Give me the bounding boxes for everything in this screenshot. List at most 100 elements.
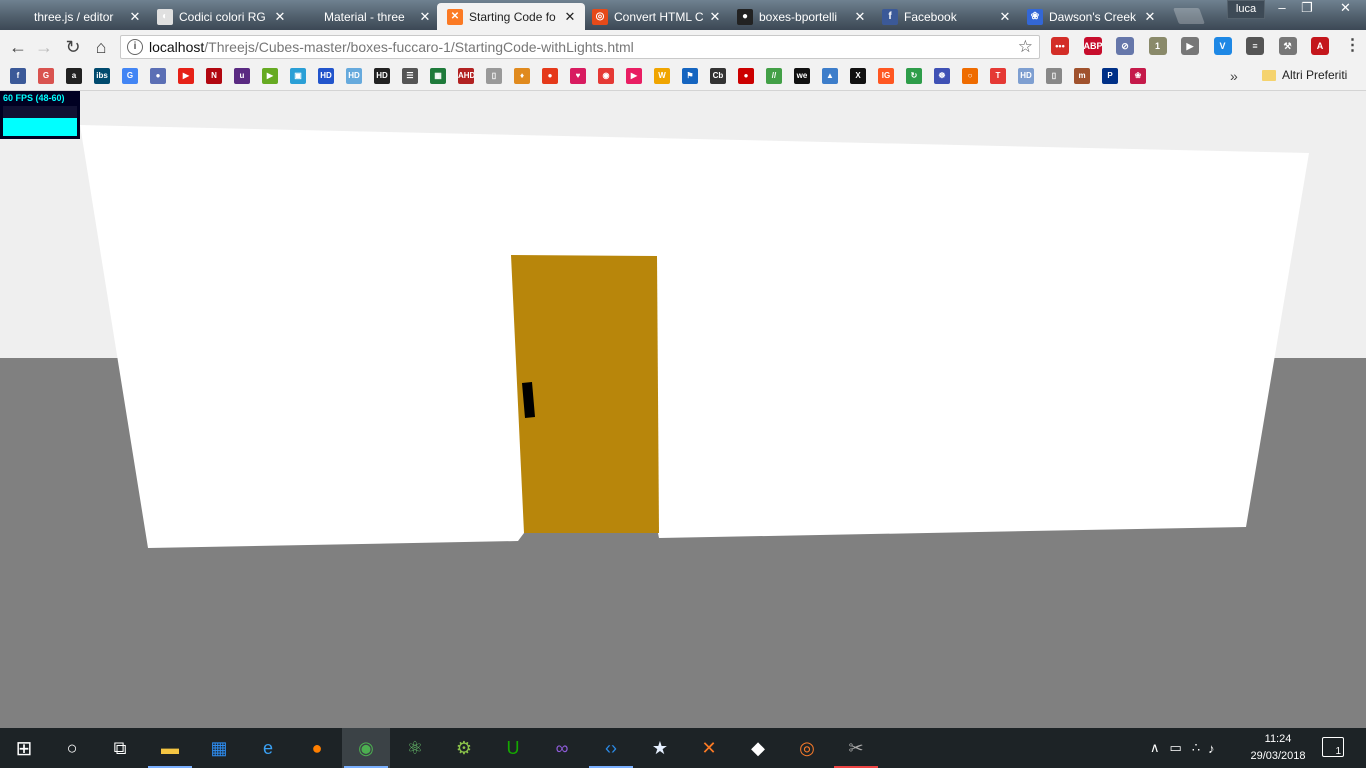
close-window-button[interactable]: ✕ xyxy=(1325,0,1366,18)
tab-7[interactable]: ❀ Dawson's Creek ✕ xyxy=(1017,3,1165,30)
tab-close-icon[interactable]: ✕ xyxy=(563,9,577,25)
hd-blue-icon[interactable]: HD xyxy=(318,68,334,84)
sheet-icon[interactable]: ▦ xyxy=(430,68,446,84)
snipping-icon[interactable]: ✂ xyxy=(832,728,880,768)
tab-2[interactable]: Material - three ✕ xyxy=(292,3,440,30)
hd-dark-icon[interactable]: HD xyxy=(374,68,390,84)
webgl-viewport[interactable]: 60 FPS (48-60) xyxy=(0,91,1366,728)
bookmark-star-icon[interactable]: ☆ xyxy=(1018,37,1033,57)
tab-close-icon[interactable]: ✕ xyxy=(1143,9,1157,25)
edge-icon[interactable]: e xyxy=(244,728,292,768)
doc-icon[interactable]: ▯ xyxy=(1046,68,1062,84)
unity-bookmark-icon[interactable]: u xyxy=(234,68,250,84)
vscode-icon[interactable]: ‹› xyxy=(587,728,635,768)
task-view-icon[interactable]: ⧉ xyxy=(96,728,144,768)
emblem-icon[interactable]: ♦ xyxy=(514,68,530,84)
visual-studio-icon[interactable]: ∞ xyxy=(538,728,586,768)
pdf-icon[interactable]: A xyxy=(1311,37,1329,55)
youtube-icon[interactable]: ▶ xyxy=(178,68,194,84)
start-icon[interactable]: ⊞ xyxy=(0,728,48,768)
restore-button[interactable]: ❐ xyxy=(1292,0,1322,18)
tab-3[interactable]: ✕ Starting Code fo ✕ xyxy=(437,3,585,30)
hd-light-icon[interactable]: HD xyxy=(346,68,362,84)
back-button[interactable]: ← xyxy=(6,35,30,59)
reload-button[interactable]: ↻ xyxy=(61,35,85,59)
netflix-icon[interactable]: N xyxy=(206,68,222,84)
x-icon[interactable]: X xyxy=(850,68,866,84)
android-studio-icon[interactable]: ⚙ xyxy=(440,728,488,768)
store-icon[interactable]: ▦ xyxy=(195,728,243,768)
home-button[interactable]: ⌂ xyxy=(89,35,113,59)
clipboard-icon[interactable]: ☰ xyxy=(402,68,418,84)
library-icon[interactable]: ≡ xyxy=(1246,37,1264,55)
blender-icon[interactable]: ◎ xyxy=(783,728,831,768)
xampp-icon[interactable]: ✕ xyxy=(685,728,733,768)
vpn-shield-icon[interactable]: V xyxy=(1213,37,1232,55)
mm-icon[interactable]: m xyxy=(1074,68,1090,84)
facebook-icon[interactable]: f xyxy=(10,68,26,84)
ibs-icon[interactable]: ibs xyxy=(94,68,110,84)
arrow-red-icon[interactable]: ▶ xyxy=(626,68,642,84)
cortana-icon[interactable]: ○ xyxy=(48,728,96,768)
translate-icon[interactable]: G xyxy=(122,68,138,84)
unity-icon[interactable]: ◆ xyxy=(734,728,782,768)
amazon-icon[interactable]: a xyxy=(66,68,82,84)
we-icon[interactable]: we xyxy=(794,68,810,84)
drop-icon[interactable]: ▲ xyxy=(822,68,838,84)
info-icon[interactable]: i xyxy=(127,39,143,55)
tab-close-icon[interactable]: ✕ xyxy=(998,9,1012,25)
three-scene[interactable] xyxy=(0,91,1366,728)
puzzle-extension-icon[interactable]: 1 xyxy=(1148,37,1167,55)
atom-icon[interactable]: ⚛ xyxy=(391,728,439,768)
tab-4[interactable]: ◎ Convert HTML C ✕ xyxy=(582,3,730,30)
bookmarks-overflow-button[interactable]: » xyxy=(1230,68,1238,84)
block-icon[interactable]: ⊘ xyxy=(1116,37,1134,55)
tab-close-icon[interactable]: ✕ xyxy=(273,9,287,25)
heart-badge-icon[interactable]: ♥ xyxy=(570,68,586,84)
paypal-icon[interactable]: P xyxy=(1102,68,1118,84)
other-bookmarks-folder[interactable]: Altri Preferiti xyxy=(1262,68,1347,82)
action-center-icon[interactable]: 1 xyxy=(1322,737,1344,757)
adblock-plus-icon[interactable]: ABP xyxy=(1083,37,1103,55)
new-tab-button[interactable] xyxy=(1173,8,1205,24)
lastpass-icon[interactable]: ••• xyxy=(1051,37,1069,55)
file-explorer-icon[interactable]: ▬ xyxy=(146,728,194,768)
forward-button[interactable]: → xyxy=(32,35,56,59)
ahd-icon[interactable]: AHD xyxy=(458,68,474,84)
address-bar[interactable]: i localhost/Threejs/Cubes-master/boxes-f… xyxy=(120,35,1040,59)
door[interactable] xyxy=(511,255,659,533)
ig-icon[interactable]: IG xyxy=(878,68,894,84)
tab-close-icon[interactable]: ✕ xyxy=(853,9,867,25)
battery-icon[interactable]: ▭ xyxy=(1170,740,1182,756)
tab-1[interactable]: ◐ Codici colori RG ✕ xyxy=(147,3,295,30)
chrome-icon[interactable]: ◉ xyxy=(342,728,390,768)
tab-close-icon[interactable]: ✕ xyxy=(708,9,722,25)
hd-small-icon[interactable]: HD xyxy=(1018,68,1034,84)
tab-0[interactable]: three.js / editor ✕ xyxy=(2,3,150,30)
profile-button[interactable]: luca xyxy=(1227,0,1265,19)
t-icon[interactable]: T xyxy=(990,68,1006,84)
wrench-icon[interactable]: ⚒ xyxy=(1278,37,1297,55)
g-bookmark-icon[interactable]: G xyxy=(38,68,54,84)
red-circle-icon[interactable]: ◉ xyxy=(598,68,614,84)
page-icon[interactable]: ▯ xyxy=(486,68,502,84)
cb-icon[interactable]: Cb xyxy=(710,68,726,84)
tab-6[interactable]: f Facebook ✕ xyxy=(872,3,1020,30)
maya-icon[interactable]: ★ xyxy=(636,728,684,768)
volume-icon[interactable]: ♪ xyxy=(1208,741,1215,756)
w-icon[interactable]: W xyxy=(654,68,670,84)
tray-chevron-icon[interactable]: ∧ xyxy=(1150,740,1160,756)
green-slash-icon[interactable]: // xyxy=(766,68,782,84)
upwork-icon[interactable]: U xyxy=(489,728,537,768)
ring-icon[interactable]: ○ xyxy=(962,68,978,84)
play-bookmark-icon[interactable]: ▶ xyxy=(262,68,278,84)
chrome-bookmark-icon[interactable]: ● xyxy=(150,68,166,84)
tomato-icon[interactable]: ● xyxy=(542,68,558,84)
youtube-ext-icon[interactable]: ▶ xyxy=(1181,37,1199,55)
wifi-icon[interactable]: ∴ xyxy=(1192,740,1200,756)
tv-icon[interactable]: ▣ xyxy=(290,68,306,84)
firefox-icon[interactable]: ● xyxy=(293,728,341,768)
fps-stats-panel[interactable]: 60 FPS (48-60) xyxy=(0,91,80,139)
refresh-green-icon[interactable]: ↻ xyxy=(906,68,922,84)
record-icon[interactable]: ● xyxy=(738,68,754,84)
